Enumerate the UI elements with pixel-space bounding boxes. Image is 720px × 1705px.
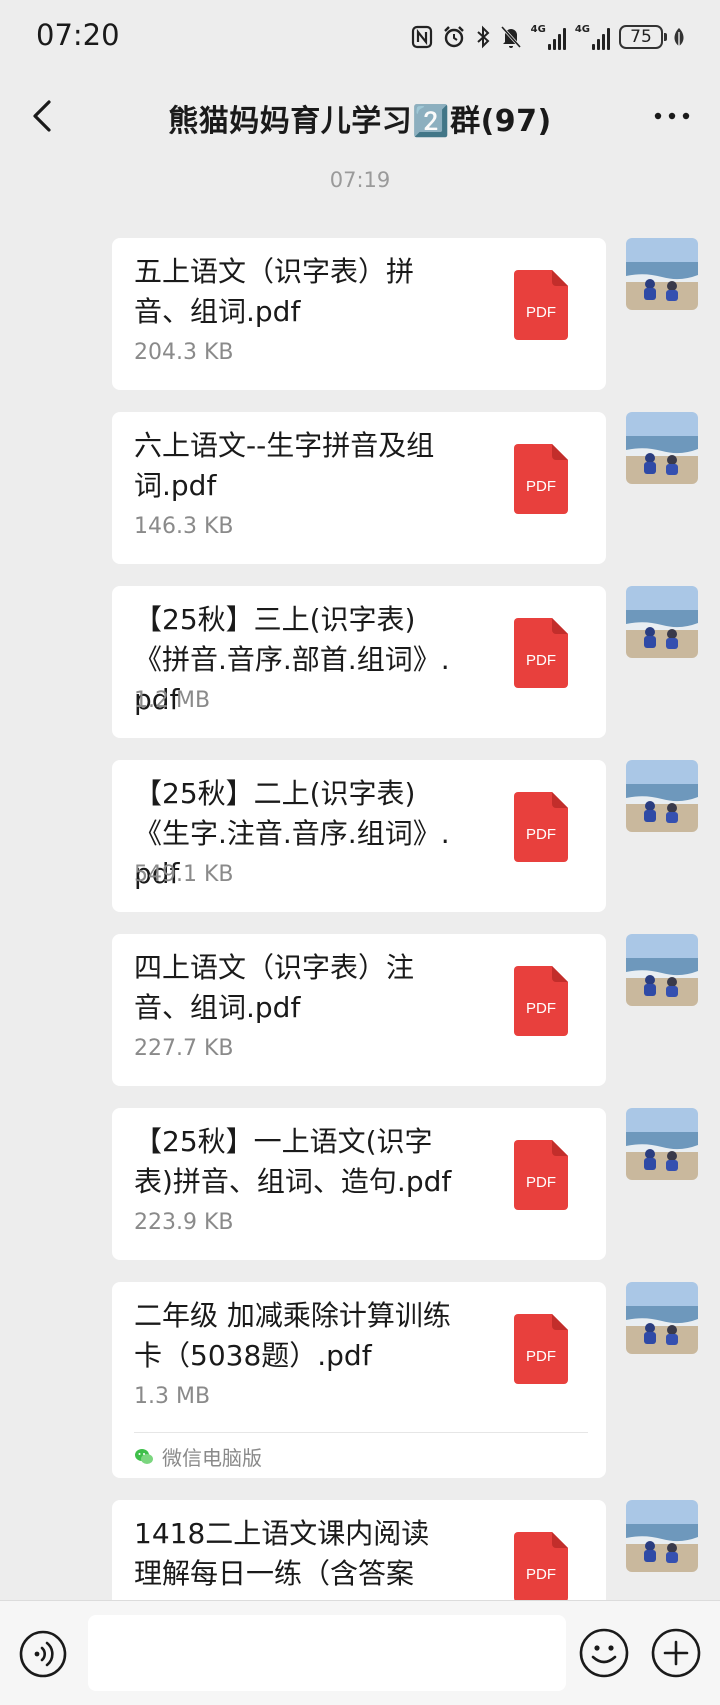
svg-text:PDF: PDF (526, 1174, 556, 1191)
more-button[interactable] (650, 98, 694, 134)
file-bubble[interactable]: 四上语文（识字表）注音、组词.pdf 227.7 KB PDF (112, 934, 606, 1086)
pdf-file-icon: PDF (514, 1532, 568, 1602)
divider (134, 1432, 588, 1433)
file-name: 四上语文（识字表）注音、组词.pdf (134, 951, 415, 1024)
nfc-icon (411, 25, 432, 49)
file-name: 五上语文（识字表）拼音、组词.pdf (134, 255, 415, 328)
wechat-pc-icon (135, 1448, 153, 1464)
emoji-button[interactable] (578, 1627, 630, 1679)
alarm-icon (443, 26, 464, 48)
voice-button[interactable] (18, 1629, 68, 1679)
file-bubble[interactable]: 【25秋】三上(识字表)《拼音.音序.部首.组词》.pdf 1.2 MB PDF (112, 586, 606, 738)
file-name: 六上语文--生字拼音及组词.pdf (134, 429, 435, 502)
file-size: 1.3 MB (134, 1384, 211, 1409)
nav-bar: 熊猫妈妈育儿学习2️⃣群(97) (0, 72, 720, 158)
file-bubble[interactable]: 五上语文（识字表）拼音、组词.pdf 204.3 KB PDF (112, 238, 606, 390)
pdf-file-icon: PDF (514, 966, 568, 1036)
pdf-file-icon: PDF (514, 270, 568, 340)
pdf-file-icon: PDF (514, 1140, 568, 1210)
emoji-icon (579, 1628, 629, 1678)
svg-text:PDF: PDF (526, 304, 556, 321)
status-bar: 07:20 4G 4G 75 (0, 0, 720, 72)
more-dots-icon (654, 112, 690, 120)
avatar[interactable] (626, 586, 698, 658)
avatar[interactable] (626, 934, 698, 1006)
file-bubble[interactable]: 【25秋】二上(识字表)《生字.注音.音序.组词》.pdf 549.1 KB P… (112, 760, 606, 912)
file-size: 146.3 KB (134, 514, 234, 539)
pdf-file-icon: PDF (514, 1314, 568, 1384)
leaf-icon (674, 28, 684, 47)
svg-text:PDF: PDF (526, 826, 556, 843)
message-timestamp: 07:19 (329, 168, 391, 192)
file-name: 二年级 加减乘除计算训练卡（5038题）.pdf (134, 1299, 451, 1372)
avatar[interactable] (626, 238, 698, 310)
file-bubble[interactable]: 【25秋】一上语文(识字表)拼音、组词、造句.pdf 223.9 KB PDF (112, 1108, 606, 1260)
pdf-file-icon: PDF (514, 792, 568, 862)
signal-icon-2: 4G (575, 24, 610, 50)
signal-icon-1: 4G (531, 24, 566, 50)
pdf-file-icon: PDF (514, 618, 568, 688)
svg-text:PDF: PDF (526, 1348, 556, 1365)
battery-icon: 75 (619, 25, 667, 49)
avatar[interactable] (626, 1282, 698, 1354)
file-name: 【25秋】一上语文(识字表)拼音、组词、造句.pdf (134, 1125, 452, 1198)
file-size: 1.2 MB (134, 688, 211, 713)
svg-text:PDF: PDF (526, 478, 556, 495)
message-input[interactable] (88, 1615, 566, 1691)
file-size: 549.1 KB (134, 862, 234, 887)
svg-text:PDF: PDF (526, 1566, 556, 1583)
plus-icon (651, 1628, 701, 1678)
file-bubble[interactable]: 六上语文--生字拼音及组词.pdf 146.3 KB PDF (112, 412, 606, 564)
chat-title: 熊猫妈妈育儿学习2️⃣群(97) (168, 104, 552, 139)
svg-text:PDF: PDF (526, 652, 556, 669)
input-bar (0, 1600, 720, 1705)
file-size: 204.3 KB (134, 340, 234, 365)
avatar[interactable] (626, 1108, 698, 1180)
file-size: 227.7 KB (134, 1036, 234, 1061)
status-time: 07:20 (36, 18, 120, 52)
avatar[interactable] (626, 760, 698, 832)
bluetooth-icon (476, 25, 490, 49)
source-row: 微信电脑版 (134, 1442, 262, 1471)
pdf-file-icon: PDF (514, 444, 568, 514)
file-bubble[interactable]: 二年级 加减乘除计算训练卡（5038题）.pdf 1.3 MB PDF 微信电脑… (112, 1282, 606, 1478)
more-functions-button[interactable] (650, 1627, 702, 1679)
avatar[interactable] (626, 412, 698, 484)
file-size: 223.9 KB (134, 1210, 234, 1235)
mute-bell-icon (500, 25, 521, 49)
svg-text:PDF: PDF (526, 1000, 556, 1017)
avatar[interactable] (626, 1500, 698, 1572)
source-label: 微信电脑版 (162, 1446, 262, 1470)
voice-icon (19, 1630, 67, 1678)
status-icons: 4G 4G 75 (411, 22, 686, 52)
